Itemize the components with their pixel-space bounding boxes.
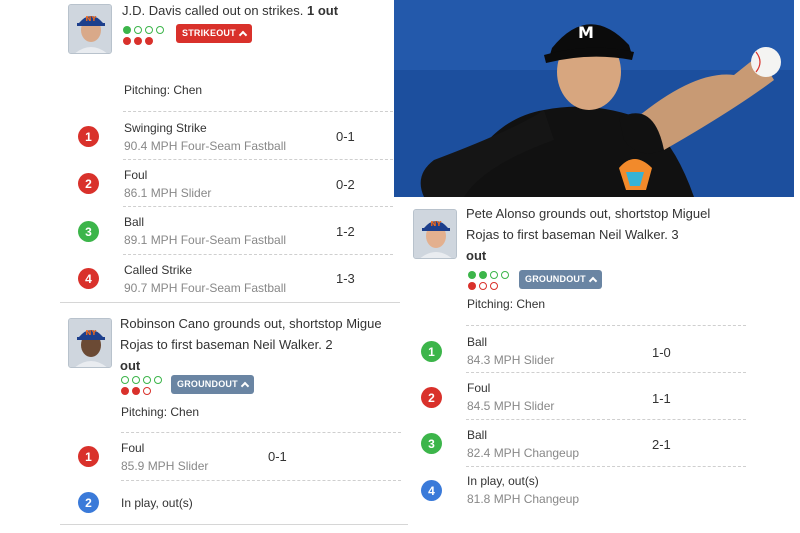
base-dot bbox=[468, 271, 476, 279]
out-dot bbox=[121, 387, 129, 395]
pitch-result: Foul bbox=[124, 168, 148, 182]
pitch-result: Swinging Strike bbox=[124, 121, 207, 135]
pitch-result: In play, out(s) bbox=[467, 474, 539, 488]
play-headline: J.D. Davis called out on strikes. 1 out bbox=[122, 3, 339, 18]
pitch-number-badge: 3 bbox=[78, 221, 99, 242]
out-dot bbox=[479, 282, 487, 290]
pitch-description: 89.1 MPH Four-Seam Fastball bbox=[124, 233, 287, 247]
divider bbox=[466, 325, 746, 326]
divider bbox=[466, 372, 746, 373]
divider bbox=[466, 466, 746, 467]
divider bbox=[121, 432, 401, 433]
pitch-count: 0-2 bbox=[336, 177, 355, 192]
pitch-count: 1-3 bbox=[336, 271, 355, 286]
out-dot bbox=[123, 37, 131, 45]
base-dot bbox=[143, 376, 151, 384]
play-separator bbox=[60, 302, 400, 303]
out-dot bbox=[134, 37, 142, 45]
pitch-result: Ball bbox=[467, 335, 488, 349]
pitch-description: 82.4 MPH Changeup bbox=[467, 446, 580, 460]
groundout-badge[interactable]: GROUNDOUT bbox=[519, 270, 602, 289]
chevron-up-icon bbox=[240, 381, 250, 391]
pitch-description: 84.5 MPH Slider bbox=[467, 399, 555, 413]
chevron-up-icon bbox=[588, 276, 598, 286]
pitcher-label: Pitching: Chen bbox=[467, 297, 546, 311]
pitch-description: 86.1 MPH Slider bbox=[124, 186, 212, 200]
svg-text:NY: NY bbox=[431, 220, 443, 228]
pitch-number-badge: 3 bbox=[421, 433, 442, 454]
play-separator bbox=[60, 524, 408, 525]
pitch-count: 2-1 bbox=[652, 437, 671, 452]
pitch-number-badge: 2 bbox=[78, 492, 99, 513]
pitch-result: Ball bbox=[124, 215, 145, 229]
base-runner-indicator bbox=[123, 26, 164, 45]
pitch-count: 0-1 bbox=[268, 449, 287, 464]
base-dot bbox=[123, 26, 131, 34]
player-avatar-robinson-cano: NY bbox=[68, 318, 112, 368]
base-dot bbox=[490, 271, 498, 279]
pitch-result: Foul bbox=[121, 441, 145, 455]
pitch-description: 90.7 MPH Four-Seam Fastball bbox=[124, 281, 287, 295]
base-dot bbox=[154, 376, 162, 384]
base-dot bbox=[134, 26, 142, 34]
pitch-result: In play, out(s) bbox=[121, 496, 193, 510]
divider bbox=[123, 206, 393, 207]
pitch-number-badge: 1 bbox=[78, 126, 99, 147]
out-dot bbox=[143, 387, 151, 395]
play-headline: Pete Alonso grounds out, shortstop Migue… bbox=[466, 206, 711, 263]
base-dot bbox=[501, 271, 509, 279]
groundout-badge[interactable]: GROUNDOUT bbox=[171, 375, 254, 394]
divider bbox=[123, 254, 393, 255]
divider bbox=[123, 111, 393, 112]
chevron-up-icon bbox=[238, 30, 248, 40]
pitch-result: Foul bbox=[467, 381, 491, 395]
out-dot bbox=[145, 37, 153, 45]
pitch-description: 85.9 MPH Slider bbox=[121, 459, 209, 473]
pitch-description: 81.8 MPH Changeup bbox=[467, 492, 580, 506]
pitcher-label: Pitching: Chen bbox=[124, 83, 203, 97]
base-dot bbox=[156, 26, 164, 34]
pitcher-photo: M bbox=[394, 0, 794, 197]
base-dot bbox=[145, 26, 153, 34]
base-dot bbox=[479, 271, 487, 279]
base-runner-indicator bbox=[468, 271, 509, 290]
play-headline: Robinson Cano grounds out, shortstop Mig… bbox=[120, 316, 382, 373]
pitch-description: 90.4 MPH Four-Seam Fastball bbox=[124, 139, 287, 153]
base-dot bbox=[121, 376, 129, 384]
pitch-number-badge: 1 bbox=[421, 341, 442, 362]
base-runner-indicator bbox=[121, 376, 162, 395]
pitch-number-badge: 4 bbox=[421, 480, 442, 501]
pitch-count: 1-1 bbox=[652, 391, 671, 406]
pitcher-label: Pitching: Chen bbox=[121, 405, 200, 419]
svg-text:NY: NY bbox=[86, 15, 98, 23]
pitch-count: 1-2 bbox=[336, 224, 355, 239]
pitch-number-badge: 2 bbox=[421, 387, 442, 408]
svg-text:NY: NY bbox=[86, 329, 98, 337]
divider bbox=[466, 419, 746, 420]
divider bbox=[123, 159, 393, 160]
pitch-result: Ball bbox=[467, 428, 488, 442]
divider bbox=[121, 480, 401, 481]
pitch-result: Called Strike bbox=[124, 263, 193, 277]
pitch-number-badge: 2 bbox=[78, 173, 99, 194]
pitch-number-badge: 1 bbox=[78, 446, 99, 467]
pitch-description: 84.3 MPH Slider bbox=[467, 353, 555, 367]
pitch-count: 0-1 bbox=[336, 129, 355, 144]
base-dot bbox=[132, 376, 140, 384]
out-dot bbox=[132, 387, 140, 395]
strikeout-badge[interactable]: STRIKEOUT bbox=[176, 24, 252, 43]
player-avatar-jd-davis: NY bbox=[68, 4, 112, 54]
out-dot bbox=[490, 282, 498, 290]
pitch-number-badge: 4 bbox=[78, 268, 99, 289]
player-avatar-pete-alonso: NY bbox=[413, 209, 457, 259]
out-dot bbox=[468, 282, 476, 290]
cap-logo: M bbox=[578, 23, 594, 42]
pitch-count: 1-0 bbox=[652, 345, 671, 360]
